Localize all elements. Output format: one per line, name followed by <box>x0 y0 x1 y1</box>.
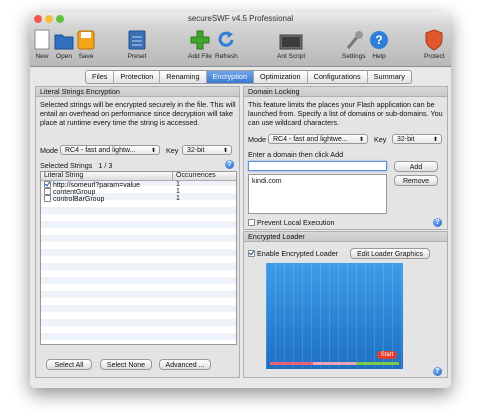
enable-loader[interactable]: Enable Encrypted Loader <box>248 249 338 258</box>
protect-button[interactable]: Protect <box>424 29 445 60</box>
save-disk-icon <box>77 30 95 50</box>
help-icon[interactable]: ? <box>433 218 442 227</box>
window-controls <box>34 15 64 23</box>
domain-key-label: Key <box>374 135 387 144</box>
table-body: http://someurl?param=value 1 contentGrou… <box>41 181 236 203</box>
zoom-window-icon[interactable] <box>56 15 64 23</box>
enter-domain-label: Enter a domain then click Add <box>248 150 344 159</box>
close-window-icon[interactable] <box>34 15 42 23</box>
new-button[interactable]: New <box>33 29 51 60</box>
app-window: secureSWF v4.5 Professional New Open Sav… <box>30 12 451 388</box>
table-header: Literal String Occurrences <box>41 172 236 181</box>
row-checkbox[interactable] <box>44 181 51 188</box>
domain-locking-header: Domain Locking <box>244 87 447 97</box>
help-icon[interactable]: ? <box>433 367 442 376</box>
domain-list: kindi.com <box>248 174 387 214</box>
tab-summary[interactable]: Summary <box>368 71 411 83</box>
help-button[interactable]: ? Help <box>369 29 389 60</box>
edit-loader-graphics-button[interactable]: Edit Loader Graphics <box>350 248 430 259</box>
preset-icon <box>128 30 146 50</box>
literal-description: Selected strings will be encrypted secur… <box>40 100 236 127</box>
mode-label: Mode <box>40 146 58 155</box>
table-row[interactable]: contentGroup 1 <box>41 188 236 196</box>
table-row[interactable]: controlBarGroup 1 <box>41 195 236 203</box>
advanced-button[interactable]: Advanced ... <box>159 359 211 370</box>
settings-icon <box>346 31 363 49</box>
prevent-local-execution[interactable]: Prevent Local Execution <box>248 218 335 227</box>
open-button[interactable]: Open <box>54 29 74 60</box>
help-icon: ? <box>370 31 388 49</box>
start-button[interactable]: Start <box>377 351 397 359</box>
title-bar: secureSWF v4.5 Professional <box>30 12 451 26</box>
prevent-local-checkbox[interactable] <box>248 219 255 226</box>
ant-script-icon <box>279 34 303 50</box>
select-none-button[interactable]: Select None <box>100 359 152 370</box>
domain-description: This feature limits the places your Flas… <box>248 100 443 127</box>
literal-key-select[interactable]: 32-bit ⬍ <box>182 145 232 155</box>
folder-icon <box>54 34 74 50</box>
tab-encryption[interactable]: Encryption <box>206 71 255 83</box>
minimize-window-icon[interactable] <box>45 15 53 23</box>
list-item[interactable]: kindi.com <box>252 178 383 186</box>
add-plus-icon <box>190 30 210 50</box>
column-literal-string[interactable]: Literal String <box>44 172 83 180</box>
tab-renaming[interactable]: Renaming <box>160 71 207 83</box>
refresh-button[interactable]: Refresh <box>215 29 238 60</box>
add-file-button[interactable]: Add File <box>188 29 212 60</box>
tab-protection[interactable]: Protection <box>114 71 161 83</box>
domain-key-select[interactable]: 32-bit ⬍ <box>392 134 442 144</box>
literal-strings-header: Literal Strings Encryption <box>36 87 239 97</box>
settings-button[interactable]: Settings <box>342 29 366 60</box>
chevron-down-icon: ⬍ <box>432 137 438 143</box>
tab-configurations[interactable]: Configurations <box>308 71 368 83</box>
domain-mode-label: Mode <box>248 135 266 144</box>
tab-optimization[interactable]: Optimization <box>254 71 308 83</box>
table-row[interactable]: http://someurl?param=value 1 <box>41 181 236 189</box>
key-label: Key <box>166 146 179 155</box>
domain-input[interactable] <box>248 161 387 171</box>
literal-strings-panel: Literal Strings Encryption Selected stri… <box>35 86 240 378</box>
encrypted-loader-panel: Encrypted Loader Enable Encrypted Loader… <box>243 231 448 378</box>
new-document-icon <box>34 29 50 50</box>
domain-mode-select[interactable]: RC4 - fast and lightwe... ⬍ <box>268 134 368 144</box>
row-checkbox[interactable] <box>44 188 51 195</box>
chevron-down-icon: ⬍ <box>358 137 364 143</box>
loader-preview-image: Start <box>266 263 403 369</box>
add-domain-button[interactable]: Add <box>394 161 438 172</box>
preset-button[interactable]: Preset <box>127 29 147 60</box>
literal-mode-select[interactable]: RC4 - fast and lightw... ⬍ <box>60 145 160 155</box>
selected-count: 1 / 3 <box>98 161 113 170</box>
domain-locking-panel: Domain Locking This feature limits the p… <box>243 86 448 230</box>
svg-text:?: ? <box>375 33 382 47</box>
help-icon[interactable]: ? <box>225 160 234 169</box>
ant-script-button[interactable]: Ant Script <box>277 29 305 60</box>
enable-loader-checkbox[interactable] <box>248 250 255 257</box>
column-occurrences[interactable]: Occurrences <box>172 172 216 180</box>
row-checkbox[interactable] <box>44 195 51 202</box>
refresh-icon <box>218 31 234 47</box>
select-all-button[interactable]: Select All <box>46 359 92 370</box>
encrypted-loader-header: Encrypted Loader <box>244 232 447 242</box>
protect-shield-icon <box>425 29 443 51</box>
loader-progress-bar <box>270 362 399 365</box>
tab-files[interactable]: Files <box>86 71 115 83</box>
toolbar: New Open Save Preset Add File Refresh An… <box>30 26 451 67</box>
save-button[interactable]: Save <box>77 29 95 60</box>
tab-bar: Files Protection Renaming Encryption Opt… <box>85 70 412 84</box>
selected-strings-label: Selected Strings 1 / 3 <box>40 161 113 170</box>
chevron-down-icon: ⬍ <box>222 148 228 154</box>
chevron-down-icon: ⬍ <box>150 148 156 154</box>
remove-domain-button[interactable]: Remove <box>394 175 438 186</box>
window-title: secureSWF v4.5 Professional <box>187 14 294 23</box>
literal-strings-table: Literal String Occurrences http://someur… <box>40 171 237 345</box>
